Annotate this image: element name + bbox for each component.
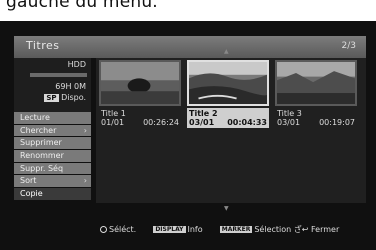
menu-item-supprimer[interactable]: Supprimer <box>14 137 91 150</box>
title-duration: 00:19:07 <box>319 118 355 127</box>
title-duration: 00:04:33 <box>227 118 267 127</box>
drive-label: HDD <box>67 60 86 69</box>
title-label: Title 3 03/01 00:19:07 <box>277 109 355 127</box>
return-icon: ざ↩ <box>293 225 309 234</box>
title-duration: 00:26:24 <box>143 118 179 127</box>
mode-label: Dispo. <box>61 93 86 102</box>
page-indicator: 2/3 <box>341 41 356 51</box>
options-menu: Lecture Chercher › Supprimer Renommer Sup… <box>14 112 91 201</box>
marker-button-badge: MARKER <box>219 226 253 233</box>
mode-badge: SP <box>44 94 59 102</box>
menu-item-sort[interactable]: Sort › <box>14 175 91 188</box>
scroll-down-icon[interactable]: ▼ <box>224 205 229 212</box>
title-date: 03/01 <box>277 118 301 127</box>
page-title: Titres <box>26 39 60 52</box>
info-hint: Info <box>187 225 203 234</box>
title-list-header: Titres 2/3 <box>14 36 366 58</box>
disc-info-panel: HDD 69H 0M SP Dispo. <box>14 58 91 112</box>
menu-item-lecture[interactable]: Lecture <box>14 112 91 124</box>
menu-item-chercher[interactable]: Chercher › <box>14 124 91 137</box>
display-button-badge: DISPLAY <box>153 226 186 233</box>
menu-item-renommer[interactable]: Renommer <box>14 150 91 162</box>
chevron-right-icon: › <box>83 125 87 135</box>
menu-item-copie[interactable]: Copie <box>14 188 91 200</box>
close-hint: Fermer <box>311 225 340 234</box>
title-thumbnail[interactable] <box>99 60 181 106</box>
select-hint: Séléct. <box>109 225 137 234</box>
scroll-up-icon[interactable]: ▲ <box>224 48 229 55</box>
menu-item-suppr-seq[interactable]: Suppr. Séq <box>14 162 91 175</box>
button-guide: Séléct. DISPLAY Info MARKER Sélection ざ↩ F… <box>100 224 339 236</box>
capacity-bar <box>30 73 87 77</box>
title-label: Title 1 01/01 00:26:24 <box>101 109 179 127</box>
chevron-right-icon: › <box>83 176 87 186</box>
selection-hint: Sélection <box>254 225 292 234</box>
title-date: 03/01 <box>189 118 215 127</box>
title-label: Title 2 03/01 00:04:33 <box>187 108 269 128</box>
enter-button-icon <box>100 226 107 233</box>
remaining-time: 69H 0M <box>55 82 86 91</box>
record-mode: SP Dispo. <box>44 93 86 102</box>
title-thumbnail[interactable] <box>275 60 357 106</box>
instruction-text: gauche du menu. <box>6 0 158 12</box>
title-thumbnail[interactable] <box>187 60 269 106</box>
title-date: 01/01 <box>101 118 125 127</box>
title-grid: Title 1 01/01 00:26:24 Title 2 03/01 00:04… <box>96 58 366 203</box>
